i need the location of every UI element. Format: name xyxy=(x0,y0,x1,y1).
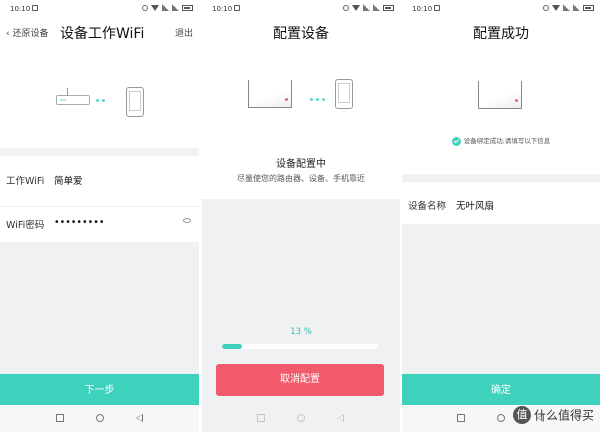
cancel-config-button[interactable]: 取消配置 xyxy=(216,364,384,396)
home-icon[interactable] xyxy=(95,414,104,422)
notification-icon xyxy=(32,5,38,11)
recent-apps-icon[interactable] xyxy=(257,414,265,422)
recent-apps-icon[interactable] xyxy=(457,414,465,422)
device-name-row[interactable]: 设备名称 无叶风扇 xyxy=(402,188,600,218)
device-name-label: 设备名称 xyxy=(408,201,447,212)
exit-button[interactable]: 退出 xyxy=(175,26,193,39)
router-phone-illustration xyxy=(0,50,199,145)
back-button[interactable]: ‹ 还原设备 xyxy=(6,26,48,39)
connection-dots xyxy=(96,99,105,102)
wifi-icon xyxy=(552,4,560,11)
signal-icon xyxy=(363,4,370,11)
check-icon xyxy=(451,136,461,146)
status-bar: 10:10 xyxy=(402,0,600,18)
screen-configuring: 10:10 配置设备 设备配置中 尽量使您的路由器、设备、手机靠近 13 % 取… xyxy=(202,0,400,432)
nav-bar: ‹ 还原设备 设备工作WiFi 退出 xyxy=(0,18,199,46)
alarm-icon xyxy=(343,4,349,11)
wifi-name-label: 工作WiFi xyxy=(6,176,45,187)
router-icon xyxy=(56,88,90,105)
wifi-password-label: WiFi密码 xyxy=(6,220,45,231)
wifi-name-row[interactable]: 工作WiFi 简单爱 xyxy=(0,163,199,193)
battery-icon xyxy=(182,4,193,11)
page-title: 配置设备 xyxy=(273,26,329,42)
confirm-button[interactable]: 确定 xyxy=(402,374,600,407)
device-phone-illustration xyxy=(202,70,400,120)
show-password-icon[interactable] xyxy=(183,218,191,223)
signal-icon-2 xyxy=(573,4,580,11)
phone-icon xyxy=(126,87,144,117)
screen-config-success: 10:10 配置成功 设备绑定成功,请填写以下信息 设备名称 无叶风扇 确定 xyxy=(402,0,600,432)
site-watermark: 值什么值得买 xyxy=(512,406,594,424)
wifi-icon xyxy=(352,4,360,11)
config-status-hint: 尽量使您的路由器、设备、手机靠近 xyxy=(237,174,365,183)
signal-icon xyxy=(162,4,169,11)
progress-bar xyxy=(222,344,378,349)
wifi-password-row[interactable]: WiFi密码 ••••••••• xyxy=(0,206,199,237)
signal-icon-2 xyxy=(172,4,179,11)
page-title: 配置成功 xyxy=(473,26,529,42)
battery-icon xyxy=(383,4,394,11)
android-nav-bar xyxy=(0,405,199,432)
android-nav-bar xyxy=(202,405,400,432)
empty-area xyxy=(0,242,199,374)
device-name-field[interactable]: 无叶风扇 xyxy=(456,198,494,212)
back-nav-icon[interactable] xyxy=(337,414,344,422)
screen-wifi-setup: 10:10 ‹ 还原设备 设备工作WiFi 退出 工作WiFi 简单爱 WiFi… xyxy=(0,0,199,432)
notification-icon xyxy=(434,5,440,11)
back-nav-icon[interactable] xyxy=(135,414,143,422)
wifi-icon xyxy=(151,4,159,11)
section-divider xyxy=(0,148,199,156)
nav-bar: 配置设备 xyxy=(202,18,400,46)
wifi-password-field[interactable]: ••••••••• xyxy=(54,217,104,228)
alarm-icon xyxy=(142,4,148,11)
status-bar: 10:10 xyxy=(202,0,400,18)
home-icon[interactable] xyxy=(497,414,505,422)
wifi-name-value: 简单爱 xyxy=(54,176,83,187)
watermark-text: 什么值得买 xyxy=(533,408,594,423)
page-title: 设备工作WiFi xyxy=(60,26,145,42)
status-time: 10:10 xyxy=(10,5,31,13)
status-time: 10:10 xyxy=(412,5,433,13)
device-icon xyxy=(248,80,292,108)
signal-icon xyxy=(563,4,570,11)
next-button[interactable]: 下一步 xyxy=(0,374,199,407)
empty-area xyxy=(402,224,600,374)
device-icon xyxy=(478,81,522,109)
section-divider xyxy=(402,174,600,182)
connection-dots xyxy=(310,98,325,101)
nav-bar: 配置成功 xyxy=(402,18,600,46)
status-time: 10:10 xyxy=(212,5,233,13)
config-status-heading: 设备配置中 xyxy=(276,159,326,170)
progress-fill xyxy=(222,344,243,349)
notification-icon xyxy=(234,5,240,11)
screens-container: 10:10 ‹ 还原设备 设备工作WiFi 退出 工作WiFi 简单爱 WiFi… xyxy=(0,0,600,432)
alarm-icon xyxy=(543,4,549,11)
device-illustration xyxy=(402,75,600,120)
status-bar: 10:10 xyxy=(0,0,199,18)
progress-percent: 13 % xyxy=(290,327,312,337)
watermark-badge: 值 xyxy=(512,406,531,424)
success-message-text: 设备绑定成功,请填写以下信息 xyxy=(463,137,551,145)
success-message: 设备绑定成功,请填写以下信息 xyxy=(402,135,600,146)
battery-icon xyxy=(583,4,594,11)
phone-icon xyxy=(335,79,353,109)
recent-apps-icon[interactable] xyxy=(55,414,64,422)
home-icon[interactable] xyxy=(297,414,305,422)
signal-icon-2 xyxy=(373,4,380,11)
